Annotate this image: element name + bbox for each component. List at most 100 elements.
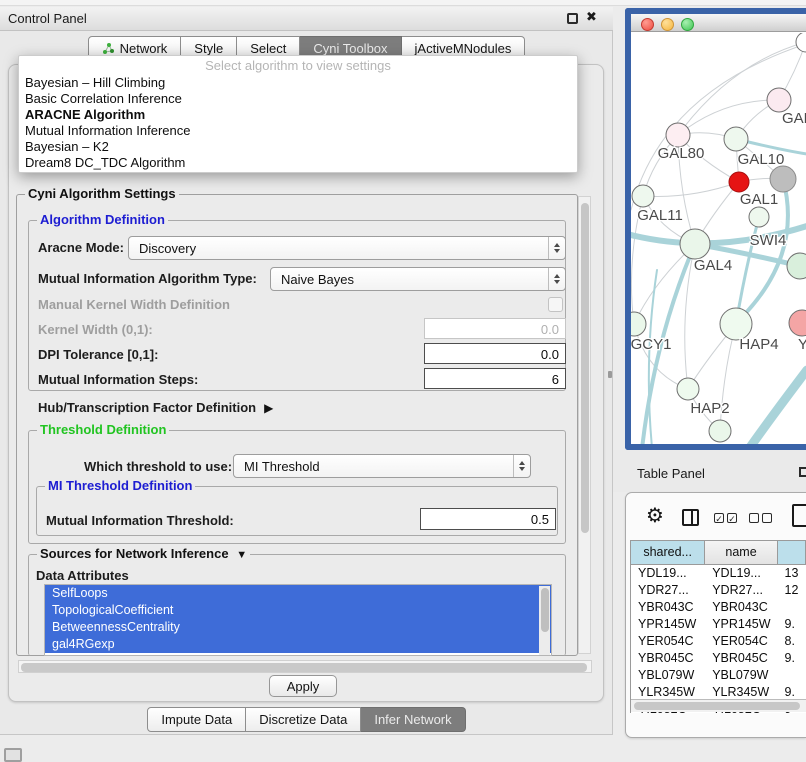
mi-algorithm-type-select[interactable]: Naive Bayes xyxy=(270,267,566,291)
scrollbar-thumb[interactable] xyxy=(541,588,549,632)
collapse-right-icon[interactable]: ▶ xyxy=(264,401,273,415)
tab-label: Infer Network xyxy=(374,712,451,727)
network-icon xyxy=(102,42,115,55)
tab-impute-data[interactable]: Impute Data xyxy=(147,707,246,732)
cyni-bottom-tabs: Impute Data Discretize Data Infer Network xyxy=(0,707,613,730)
network-node-gal10[interactable] xyxy=(724,127,748,151)
settings-horizontal-scrollbar[interactable] xyxy=(18,660,592,673)
column-header-partial[interactable] xyxy=(778,541,806,564)
scrollbar-thumb[interactable] xyxy=(21,663,587,672)
table-row[interactable]: YPR145WYPR145W9. xyxy=(631,616,806,633)
control-panel-title: Control Panel xyxy=(8,11,87,26)
list-scrollbar[interactable] xyxy=(539,586,550,656)
column-header-shared[interactable]: shared... xyxy=(631,541,705,564)
tab-infer-network[interactable]: Infer Network xyxy=(361,707,465,732)
network-node-swi4[interactable] xyxy=(749,207,769,227)
checked-checkbox-icon[interactable]: ✓ xyxy=(727,513,737,523)
function-builder-icon[interactable] xyxy=(792,504,806,527)
table-horizontal-scrollbar[interactable] xyxy=(631,699,806,712)
column-browser-icon[interactable] xyxy=(682,509,699,526)
float-window-icon[interactable] xyxy=(567,13,578,24)
network-window-titlebar xyxy=(631,14,806,32)
which-threshold-select[interactable]: MI Threshold xyxy=(233,454,531,478)
manual-kernel-width-label: Manual Kernel Width Definition xyxy=(38,297,230,312)
close-icon[interactable]: ✖ xyxy=(586,9,597,25)
column-header-name[interactable]: name xyxy=(705,541,777,564)
algorithm-option-aracne-algorithm[interactable]: ARACNE Algorithm xyxy=(19,107,577,123)
algorithm-option-bayesian-k2[interactable]: Bayesian – K2 xyxy=(19,139,577,155)
node-label: SWI4 xyxy=(750,232,787,249)
minimize-traffic-light[interactable] xyxy=(661,18,674,31)
which-threshold-label: Which threshold to use: xyxy=(84,459,232,474)
aracne-mode-label: Aracne Mode: xyxy=(38,240,124,255)
attribute-item-topologicalcoefficient[interactable]: TopologicalCoefficient xyxy=(45,602,551,619)
attribute-item-selfloops[interactable]: SelfLoops xyxy=(45,585,551,602)
threshold-definition-legend: Threshold Definition xyxy=(37,422,169,437)
network-graph: GALGAL80GAL10GAL1GAL11SWI4GAL4GCY1HAP4YH… xyxy=(631,33,806,444)
scrollbar-thumb[interactable] xyxy=(581,203,589,533)
close-traffic-light[interactable] xyxy=(641,18,654,31)
tab-label: Select xyxy=(250,41,286,56)
algorithm-option-basic-correlation-inference[interactable]: Basic Correlation Inference xyxy=(19,91,577,107)
expand-down-icon[interactable]: ▼ xyxy=(236,549,247,561)
mutual-information-threshold-label: Mutual Information Threshold: xyxy=(46,513,234,528)
network-edge xyxy=(741,370,806,444)
tab-label: Impute Data xyxy=(161,712,232,727)
checked-checkbox-icon[interactable]: ✓ xyxy=(714,513,724,523)
network-node-gal11[interactable] xyxy=(632,185,654,207)
table-cell: YDR27... xyxy=(705,582,777,599)
attribute-item-betweennesscentrality[interactable]: BetweennessCentrality xyxy=(45,619,551,636)
table-row[interactable]: YER054CYER054C8. xyxy=(631,633,806,650)
table-row[interactable]: YBL079WYBL079W xyxy=(631,667,806,684)
network-node-gal4[interactable] xyxy=(680,229,710,259)
kernel-width-field[interactable]: 0.0 xyxy=(424,318,566,339)
attribute-item-gal4rgexp[interactable]: gal4RGexp xyxy=(45,636,551,653)
network-node[interactable] xyxy=(796,33,806,52)
table-row[interactable]: YDR27...YDR27...12 xyxy=(631,582,806,599)
dpi-tolerance-field[interactable]: 0.0 xyxy=(424,343,566,364)
apply-button[interactable]: Apply xyxy=(269,675,337,697)
stepper-icon xyxy=(548,237,565,259)
scrollbar-thumb[interactable] xyxy=(634,702,800,710)
table-cell: YER054C xyxy=(631,633,705,650)
unchecked-checkbox-icon[interactable] xyxy=(762,513,772,523)
algorithm-option-dream8-dc-tdc-algorithm[interactable]: Dream8 DC_TDC Algorithm xyxy=(19,155,577,171)
network-node[interactable] xyxy=(709,420,731,442)
algorithm-option-mutual-information-inference[interactable]: Mutual Information Inference xyxy=(19,123,577,139)
network-node-y[interactable] xyxy=(789,310,806,336)
network-node-gal1[interactable] xyxy=(729,172,749,192)
network-node-gcy1[interactable] xyxy=(631,312,646,336)
unchecked-checkbox-icon[interactable] xyxy=(749,513,759,523)
splitter-handle[interactable] xyxy=(608,371,612,378)
settings-vertical-scrollbar[interactable] xyxy=(578,196,591,654)
mi-algorithm-type-label: Mutual Information Algorithm Type: xyxy=(38,271,257,286)
float-window-icon[interactable] xyxy=(799,467,806,477)
gear-icon[interactable]: ⚙ xyxy=(646,506,664,526)
node-table: shared...name YDL19...YDL19...13YDR27...… xyxy=(630,540,806,713)
table-cell: YDL19... xyxy=(631,565,705,582)
node-label: HAP2 xyxy=(690,400,729,417)
zoom-traffic-light[interactable] xyxy=(681,18,694,31)
network-node-hap2[interactable] xyxy=(677,378,699,400)
collapsed-panel-icon[interactable] xyxy=(4,748,22,762)
table-row[interactable]: YBR043CYBR043C xyxy=(631,599,806,616)
network-node-gal[interactable] xyxy=(767,88,791,112)
node-label: GAL1 xyxy=(740,191,778,208)
algorithm-placeholder: Select algorithm to view settings xyxy=(19,56,577,75)
network-node-gal80[interactable] xyxy=(666,123,690,147)
network-node[interactable] xyxy=(770,166,796,192)
hub-transcription-factor-section[interactable]: Hub/Transcription Factor Definition ▶ xyxy=(38,400,273,415)
table-cell: 12 xyxy=(778,582,806,599)
mi-steps-field[interactable]: 6 xyxy=(424,368,566,389)
table-row[interactable]: YBR045CYBR045C9. xyxy=(631,650,806,667)
network-canvas[interactable]: GALGAL80GAL10GAL1GAL11SWI4GAL4GCY1HAP4YH… xyxy=(631,33,806,444)
mutual-information-threshold-field[interactable]: 0.5 xyxy=(420,508,556,530)
algorithm-option-bayesian-hill-climbing[interactable]: Bayesian – Hill Climbing xyxy=(19,75,577,91)
network-edge xyxy=(643,182,739,196)
manual-kernel-width-checkbox[interactable] xyxy=(548,297,563,312)
network-node[interactable] xyxy=(787,253,806,279)
aracne-mode-select[interactable]: Discovery xyxy=(128,236,566,260)
tab-discretize-data[interactable]: Discretize Data xyxy=(246,707,361,732)
table-row[interactable]: YDL19...YDL19...13 xyxy=(631,565,806,582)
data-attributes-list[interactable]: SelfLoopsTopologicalCoefficientBetweenne… xyxy=(44,584,552,656)
